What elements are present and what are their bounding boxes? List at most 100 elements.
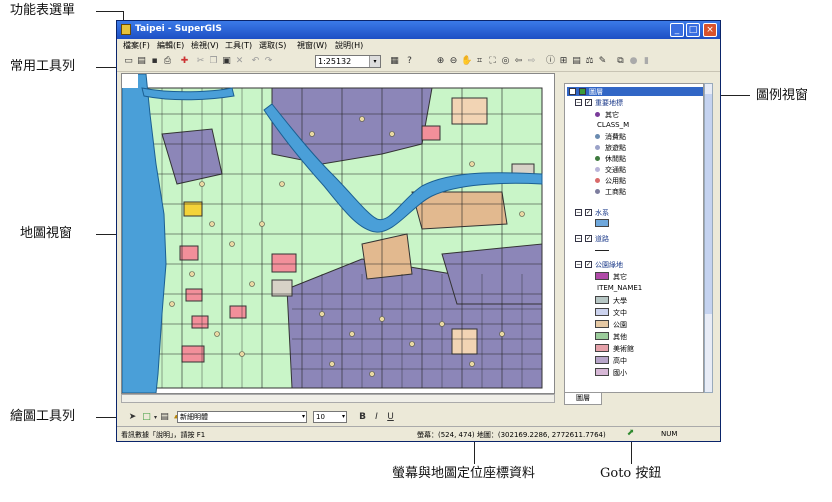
select-feature-icon[interactable]: ⊞ [558,56,569,67]
save-icon[interactable]: ▪ [149,56,160,67]
tab-layers[interactable]: 圖層 [564,393,602,405]
legend-item-label: 公用點 [605,177,626,185]
pan-icon[interactable]: ✋ [461,56,472,67]
legend-window: − 圖層 − ✓ 重要地標 其它 CLASS_M 消費點 旅遊點 休閒點 交通點 公用點 工商… [564,83,704,393]
map-window[interactable] [121,73,555,394]
school-block [229,305,247,319]
polygon-symbol-icon [595,332,609,340]
select-by-attribute-icon[interactable]: ▤ [571,56,582,67]
callout-toolbar: 常用工具列 [10,59,76,74]
road-line-swatch [595,250,609,251]
open-folder-icon[interactable]: ▤ [136,56,147,67]
font-size-value: 10 [316,413,325,421]
full-extent-icon[interactable]: ◎ [500,56,511,67]
tan-block [451,97,488,125]
close-button[interactable]: × [703,23,717,37]
menu-bar: 檔案(F) 編輯(E) 檢視(V) 工具(T) 選取(S) 視窗(W) 說明(H… [117,39,720,52]
minimize-button[interactable]: _ [670,23,684,37]
pointer-icon[interactable]: ➤ [127,412,138,423]
menu-view[interactable]: 檢視(V) [191,40,219,51]
point-symbol-icon [595,134,600,139]
layer-checkbox-checked[interactable]: ✓ [585,261,592,268]
bold-button[interactable]: B [357,412,368,423]
menu-select[interactable]: 選取(S) [259,40,286,51]
identify-icon[interactable]: ? [404,56,415,67]
title-bar[interactable]: Taipei - SuperGIS _ □ × [117,21,720,39]
legend-item-label: 旅遊點 [605,144,626,152]
legend-item-label: 公園 [613,321,627,329]
paste-icon[interactable]: ▣ [221,56,232,67]
delete-icon[interactable]: ✕ [234,56,245,67]
expand-toggle-icon[interactable]: − [575,99,582,106]
school-block [271,253,297,273]
fixed-zoom-out-icon[interactable]: ⛶ [487,56,498,67]
chevron-down-icon[interactable]: ▾ [302,412,305,422]
text-frame-icon[interactable]: ▤ [159,412,170,423]
legend-scrollbar[interactable] [704,83,713,393]
menu-window[interactable]: 視窗(W) [297,40,327,51]
fixed-zoom-in-icon[interactable]: ⌗ [474,56,485,67]
layer-label: 重要地標 [595,99,623,107]
undo-icon[interactable]: ↶ [250,56,261,67]
layer-properties-icon[interactable]: ▦ [389,56,400,67]
point-symbol-icon [595,145,600,150]
font-size-select[interactable]: 10 ▾ [313,411,347,423]
layer-checkbox-checked[interactable]: ✓ [585,235,592,242]
menu-file[interactable]: 檔案(F) [123,40,150,51]
maximize-button[interactable]: □ [686,23,700,37]
expand-toggle-icon[interactable]: − [569,88,576,95]
chevron-down-icon[interactable]: ▾ [369,56,380,67]
copy-icon[interactable]: ❐ [208,56,219,67]
menu-help[interactable]: 說明(H) [335,40,363,51]
expand-toggle-icon[interactable]: − [575,261,582,268]
italic-button[interactable]: I [371,412,382,423]
legend-item-label: 休閒點 [605,155,626,163]
legend-root[interactable]: − 圖層 [567,87,703,96]
cut-icon[interactable]: ✂ [195,56,206,67]
point-symbol-icon [595,167,600,172]
legend-item-label: 交通點 [605,166,626,174]
measure-icon[interactable]: ⚖ [584,56,595,67]
menu-tools[interactable]: 工具(T) [225,40,252,51]
next-extent-icon[interactable]: ⇨ [526,56,537,67]
zoom-in-icon[interactable]: ⊕ [435,56,446,67]
font-select[interactable]: 新細明體 ▾ [177,411,307,423]
expand-toggle-icon[interactable]: − [575,235,582,242]
map-horizontal-scrollbar[interactable] [121,394,555,403]
root-checkbox[interactable] [579,88,586,95]
status-coordinates: 螢幕：(524, 474) 地圖：(302169.2286, 2772611.7… [417,431,606,439]
redo-icon[interactable]: ↷ [263,56,274,67]
map-layout-icon[interactable]: ✎ [597,56,608,67]
legend-item-label: ITEM_NAME1 [597,284,643,292]
info-icon[interactable]: ⓘ [545,56,556,67]
expand-toggle-icon[interactable]: − [575,209,582,216]
point-symbol-icon [595,189,600,194]
menu-edit[interactable]: 編輯(E) [157,40,184,51]
scrollbar-thumb[interactable] [705,94,712,314]
polygon-symbol-icon [595,296,609,304]
point-symbol-icon [595,156,600,161]
underline-button[interactable]: U [385,412,396,423]
scale-combobox[interactable]: 1:25132 ▾ [315,55,381,68]
legend-item-label: 大學 [613,297,627,305]
status-bar: 看訊數據「說明」，請按 F1 螢幕：(524, 474) 地圖：(302169.… [117,426,720,441]
chevron-down-icon[interactable]: ▾ [342,412,345,422]
goto-button[interactable]: ⬈ [625,428,636,439]
hyperlink-icon[interactable]: ⧉ [615,56,626,67]
status-hint: 看訊數據「說明」，請按 F1 [121,431,206,439]
app-window: Taipei - SuperGIS _ □ × 檔案(F) 編輯(E) 檢視(V… [116,20,721,442]
previous-extent-icon[interactable]: ⇦ [513,56,524,67]
disabled-tool-icon[interactable]: ▮ [641,56,652,67]
scale-value: 1:25132 [318,57,352,66]
add-layer-icon[interactable]: ✚ [179,56,190,67]
new-file-icon[interactable]: ▭ [123,56,134,67]
leader-line [474,440,475,464]
disabled-tool-icon[interactable]: ● [628,56,639,67]
print-icon[interactable]: ⎙ [162,56,173,67]
legend-item-label: 工商點 [605,188,626,196]
map-canvas[interactable] [122,74,554,393]
layer-checkbox-checked[interactable]: ✓ [585,99,592,106]
zoom-out-icon[interactable]: ⊖ [448,56,459,67]
legend-item-label: 其它 [613,273,627,281]
layer-checkbox-checked[interactable]: ✓ [585,209,592,216]
